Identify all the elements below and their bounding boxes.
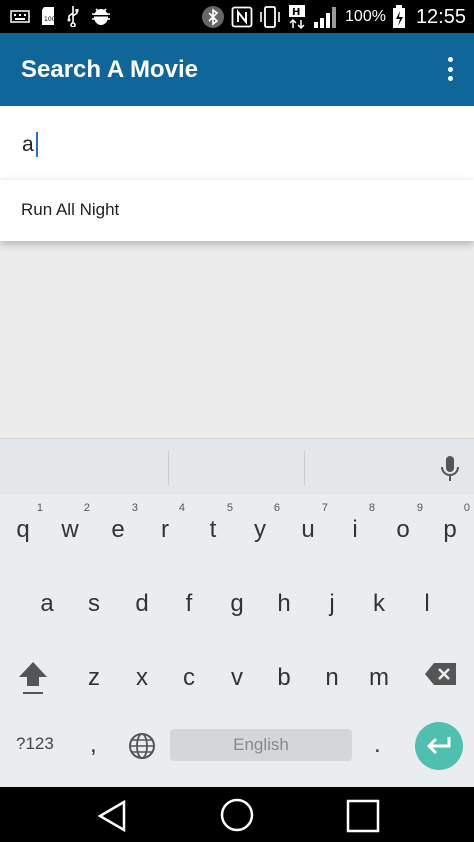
key-d[interactable]: d: [122, 576, 162, 626]
suggestion-item[interactable]: Run All Night: [21, 200, 119, 220]
usb-icon: [67, 6, 79, 27]
search-input[interactable]: a: [22, 132, 38, 157]
keyboard-icon: [10, 10, 30, 23]
key-y[interactable]: 6y: [240, 502, 280, 552]
search-input-value: a: [22, 132, 34, 156]
key-n[interactable]: n: [312, 650, 352, 700]
key-u[interactable]: 7u: [288, 502, 328, 552]
vibrate-icon: [260, 6, 280, 28]
status-bar: 100 H 100% 12:55: [0, 0, 474, 33]
key-s[interactable]: s: [74, 576, 114, 626]
key-a[interactable]: a: [27, 576, 67, 626]
nfc-icon: [231, 6, 253, 28]
more-vert-icon[interactable]: [446, 57, 454, 81]
key-w[interactable]: 2w: [50, 502, 90, 552]
key-j[interactable]: j: [312, 576, 352, 626]
key-b[interactable]: b: [264, 650, 304, 700]
battery-percent: 100%: [345, 8, 386, 25]
period-key[interactable]: .: [374, 731, 381, 759]
key-x[interactable]: x: [122, 650, 162, 700]
key-v[interactable]: v: [217, 650, 257, 700]
key-o[interactable]: 9o: [383, 502, 423, 552]
enter-key[interactable]: [415, 722, 463, 770]
space-bar[interactable]: English: [170, 729, 352, 761]
search-field[interactable]: a: [0, 106, 474, 180]
battery-charging-icon: [392, 5, 405, 28]
sd-card-icon: 100: [42, 7, 56, 25]
signal-h-icon: H: [289, 5, 306, 30]
globe-icon[interactable]: [128, 732, 156, 760]
back-icon[interactable]: [96, 799, 128, 833]
navigation-bar: [0, 787, 474, 842]
key-r[interactable]: 4r: [145, 502, 185, 552]
key-e[interactable]: 3e: [98, 502, 138, 552]
suggestion-dropdown: Run All Night: [0, 180, 474, 241]
bluetooth-icon: [202, 6, 225, 28]
soft-keyboard: 1q 2w 3e 4r 5t 6y 7u 8i 9o 0p a s d f g …: [0, 438, 474, 787]
key-g[interactable]: g: [217, 576, 257, 626]
key-h[interactable]: h: [264, 576, 304, 626]
svg-text:100: 100: [44, 16, 56, 23]
key-c[interactable]: c: [169, 650, 209, 700]
microphone-icon[interactable]: [440, 455, 460, 483]
key-p[interactable]: 0p: [430, 502, 470, 552]
signal-bars-icon: [314, 7, 337, 28]
key-i[interactable]: 8i: [335, 502, 375, 552]
keyboard-suggestion-strip: [0, 438, 474, 494]
page-title: Search A Movie: [21, 56, 198, 83]
recents-icon[interactable]: [346, 799, 380, 833]
key-l[interactable]: l: [407, 576, 447, 626]
key-m[interactable]: m: [359, 650, 399, 700]
strip-divider: [304, 451, 305, 485]
svg-text:H: H: [292, 7, 300, 18]
app-bar: Search A Movie: [0, 33, 474, 106]
clock: 12:55: [415, 5, 466, 28]
key-z[interactable]: z: [74, 650, 114, 700]
comma-key[interactable]: ,: [90, 731, 97, 759]
home-icon[interactable]: [220, 798, 254, 832]
enter-icon: [426, 737, 451, 755]
strip-divider: [168, 451, 169, 485]
key-k[interactable]: k: [359, 576, 399, 626]
text-cursor: [35, 132, 38, 157]
key-f[interactable]: f: [169, 576, 209, 626]
shift-icon[interactable]: [17, 660, 49, 698]
key-t[interactable]: 5t: [193, 502, 233, 552]
android-debug-icon: [92, 8, 110, 25]
symbols-key[interactable]: ?123: [16, 734, 54, 754]
key-q[interactable]: 1q: [3, 502, 43, 552]
backspace-icon[interactable]: [424, 662, 458, 686]
